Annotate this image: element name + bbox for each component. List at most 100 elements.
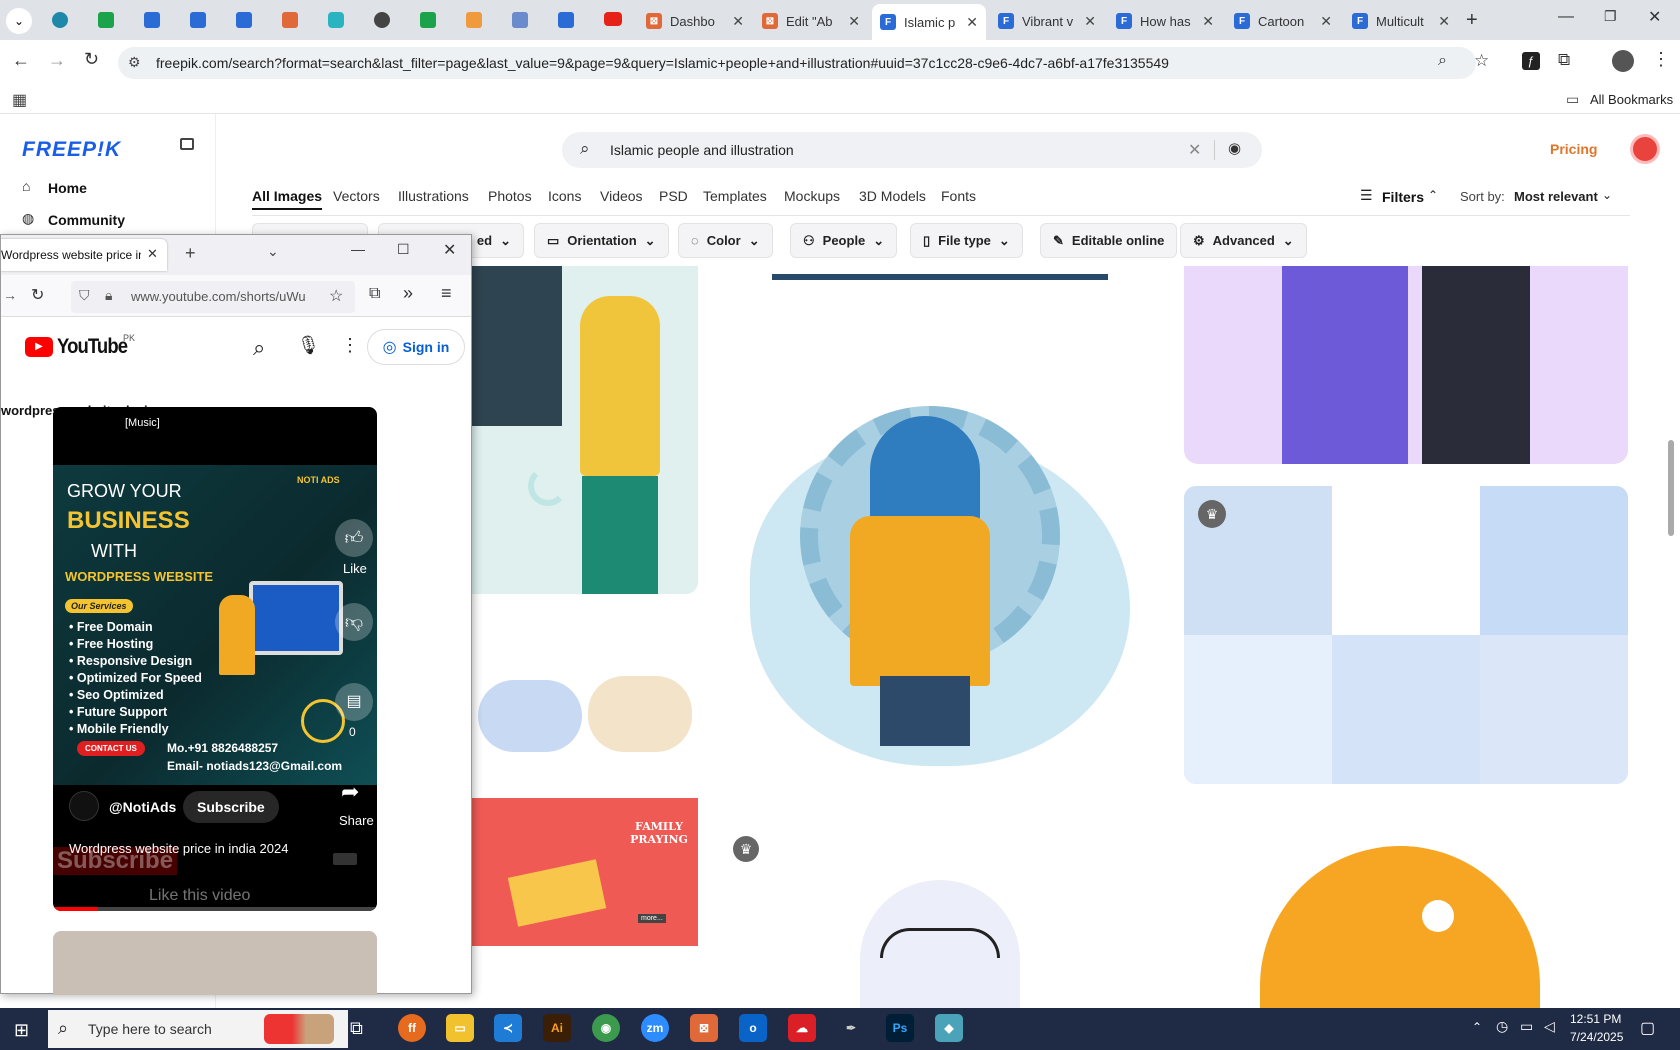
shorts-video-player[interactable]: [Music] NOTI ADS GROW YOUR BUSINESS WITH… [53,407,377,911]
maximize-button[interactable]: ☐ [397,241,410,258]
close-icon[interactable]: ✕ [147,246,158,262]
comment-icon[interactable]: ▤ [335,683,373,721]
freepik-search-bar[interactable]: ⌕ Islamic people and illustration ✕ ◉ [562,132,1262,168]
close-icon[interactable]: ✕ [1202,13,1214,30]
clear-search-icon[interactable]: ✕ [1188,140,1201,160]
close-window-button[interactable]: ✕ [1648,7,1661,27]
tab-how-has[interactable]: F How has ✕ [1108,6,1222,36]
user-avatar[interactable] [1630,134,1660,164]
image-thumbnail-family-praying[interactable]: FAMILY PRAYING more... [472,798,698,946]
youtube-logo[interactable]: YouTube [57,335,128,359]
volume-icon[interactable]: ◁ [1544,1018,1555,1035]
outlook-icon[interactable]: o [739,1014,767,1042]
sign-in-button[interactable]: ◎ Sign in [367,329,465,365]
all-bookmarks-link[interactable]: All Bookmarks [1590,92,1673,107]
pinned-tab-icon[interactable] [236,12,252,28]
overflow-chevron-icon[interactable]: » [403,283,413,304]
extensions-icon[interactable]: ⧉ [369,285,380,303]
reload-icon[interactable]: ↻ [31,285,44,305]
tray-chevron-icon[interactable]: ⌃ [1472,1020,1482,1034]
restore-button[interactable]: ❐ [1604,8,1617,25]
url-text[interactable]: www.youtube.com/shorts/uWu [131,289,325,304]
tab-dashboard[interactable]: ⊠ Dashbo ✕ [638,6,752,36]
pinned-tab-icon[interactable] [282,12,298,28]
new-tab-button[interactable]: + [185,243,196,264]
pinned-tab-icon[interactable] [190,12,206,28]
filter-orientation[interactable]: ▭ Orientation ⌄ [534,223,669,258]
tab-mockups[interactable]: Mockups [784,188,840,204]
like-icon[interactable]: 👍︎ [335,519,373,557]
tab-psd[interactable]: PSD [659,188,688,204]
filters-button[interactable]: Filters [1382,189,1424,205]
profile-avatar[interactable] [1612,50,1634,72]
pinned-tab-icon[interactable] [512,12,528,28]
pinned-tab-icon[interactable] [98,12,114,28]
channel-name[interactable]: @NotiAds [109,799,176,815]
pinned-tab-icon[interactable] [52,12,68,28]
dislike-icon[interactable]: 👎︎ [335,603,373,641]
close-icon[interactable]: ✕ [848,13,860,30]
pinned-tab-icon[interactable] [558,12,574,28]
url-text[interactable]: freepik.com/search?format=search&last_fi… [156,55,1169,71]
channel-avatar[interactable] [69,791,99,821]
image-thumbnail-grid[interactable]: ♛ [1184,486,1628,784]
pinned-tab-icon[interactable] [144,12,160,28]
forward-icon[interactable]: → [48,50,66,71]
tab-templates[interactable]: Templates [703,188,767,204]
taskbar-search-box[interactable]: ⌕ Type here to search [48,1010,348,1048]
firefox-menu-icon[interactable]: ≡ [441,283,452,304]
zoom-icon[interactable]: ⌕ [1438,52,1447,70]
tab-list-chevron-icon[interactable]: ⌄ [267,243,279,260]
image-thumbnail[interactable] [472,670,698,762]
start-button[interactable]: ⊞ [14,1020,29,1041]
site-info-icon[interactable]: ⚙ [128,54,141,71]
camera-search-icon[interactable]: ◉ [1228,139,1241,157]
sidebar-item-home[interactable]: Home [48,180,87,196]
tab-vectors[interactable]: Vectors [333,188,380,204]
next-short-thumbnail[interactable] [53,931,377,995]
apps-grid-icon[interactable]: ▦ [12,90,27,110]
minimize-button[interactable]: — [1558,8,1574,26]
close-window-button[interactable]: ✕ [443,240,456,260]
image-thumbnail-men[interactable] [1184,266,1628,464]
bookmark-star-icon[interactable]: ☆ [1474,51,1489,71]
photoshop-icon[interactable]: Ps [886,1014,914,1042]
chrome-icon[interactable]: ◉ [592,1014,620,1042]
image-thumbnail-woman-gear[interactable] [740,376,1140,776]
task-view-icon[interactable]: ⧉ [350,1018,363,1039]
chrome-menu-icon[interactable]: ⋮ [1652,49,1670,70]
progress-bar[interactable] [53,907,377,911]
search-input[interactable]: Islamic people and illustration [610,142,794,158]
creative-cloud-icon[interactable]: ☁ [788,1014,816,1042]
filter-advanced[interactable]: ⚙ Advanced ⌄ [1180,223,1307,258]
tab-fonts[interactable]: Fonts [941,188,976,204]
vscode-icon[interactable]: ≺ [494,1014,522,1042]
url-bar[interactable]: ⚙ freepik.com/search?format=search&last_… [118,47,1489,79]
extension-icon[interactable]: ƒ [1522,52,1540,70]
back-icon[interactable]: ← [12,50,30,71]
close-icon[interactable]: ✕ [966,14,978,31]
minimize-button[interactable]: — [351,241,365,257]
more-options-icon[interactable]: ⋮ [341,335,359,356]
tab-vibrant[interactable]: F Vibrant v ✕ [990,6,1104,36]
sidebar-item-community[interactable]: Community [48,212,125,228]
illustrator-icon[interactable]: Ai [543,1014,571,1042]
close-icon[interactable]: ✕ [1320,13,1332,30]
filter-file-type[interactable]: ▯ File type ⌄ [910,223,1023,258]
youtube-logo-icon[interactable]: ▶ [25,337,53,357]
extensions-puzzle-icon[interactable]: ⧉ [1558,50,1570,70]
tab-photos[interactable]: Photos [488,188,532,204]
file-explorer-icon[interactable]: ▭ [446,1014,474,1042]
image-thumbnail-mosque[interactable] [800,880,1080,1008]
sidebar-toggle-icon[interactable] [180,138,194,150]
pinned-tab-icon[interactable] [328,12,344,28]
firefox-active-tab[interactable]: Wordpress website price in ✕ [1,239,167,271]
sort-select[interactable]: Most relevant [1514,189,1598,204]
network-icon[interactable]: ▭ [1520,1018,1533,1035]
filter-color[interactable]: ◌ Color ⌄ [678,223,773,258]
filter-people[interactable]: ⚇ People ⌄ [790,223,898,258]
notifications-icon[interactable]: ▢ [1640,1018,1655,1038]
pinned-tab-icon[interactable] [466,12,482,28]
pinned-tab-icon[interactable] [604,12,622,26]
subscribe-button[interactable]: Subscribe [183,791,279,823]
